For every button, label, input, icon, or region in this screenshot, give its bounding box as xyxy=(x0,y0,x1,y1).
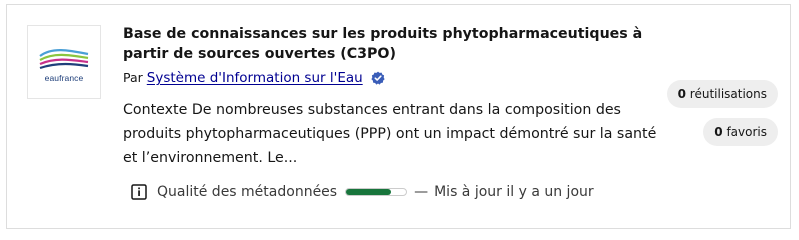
updated-text: Mis à jour il y a un jour xyxy=(434,184,594,200)
organization-logo: eaufrance xyxy=(27,25,101,99)
quality-progress-bar xyxy=(345,188,408,196)
organization-line: Par Système d'Information sur l'Eau xyxy=(123,69,385,90)
organization-link[interactable]: Système d'Information sur l'Eau xyxy=(147,70,363,86)
dataset-card[interactable]: eaufrance Base de connaissances sur les … xyxy=(6,4,791,229)
reuses-label: réutilisations xyxy=(689,87,767,101)
quality-progress-fill xyxy=(346,189,392,195)
org-prefix: Par xyxy=(123,70,143,85)
verified-badge-icon xyxy=(371,71,385,90)
favorites-label: favoris xyxy=(726,125,767,139)
favorites-badge: 0 favoris xyxy=(703,118,778,146)
eaufrance-logo-waves xyxy=(39,49,89,70)
separator: — xyxy=(414,184,429,200)
quality-label: Qualité des métadonnées xyxy=(157,184,338,200)
info-icon[interactable] xyxy=(131,184,147,200)
favorites-count: 0 xyxy=(714,125,723,139)
reuses-badge: 0 réutilisations xyxy=(666,80,778,108)
dataset-description: Contexte De nombreuses substances entran… xyxy=(123,102,657,166)
logo-text: eaufrance xyxy=(44,73,84,83)
card-footer: Qualité des métadonnées — Mis à jour il … xyxy=(131,181,594,203)
reuses-count: 0 xyxy=(677,87,686,101)
dataset-title[interactable]: Base de connaissances sur les produits p… xyxy=(123,24,643,64)
